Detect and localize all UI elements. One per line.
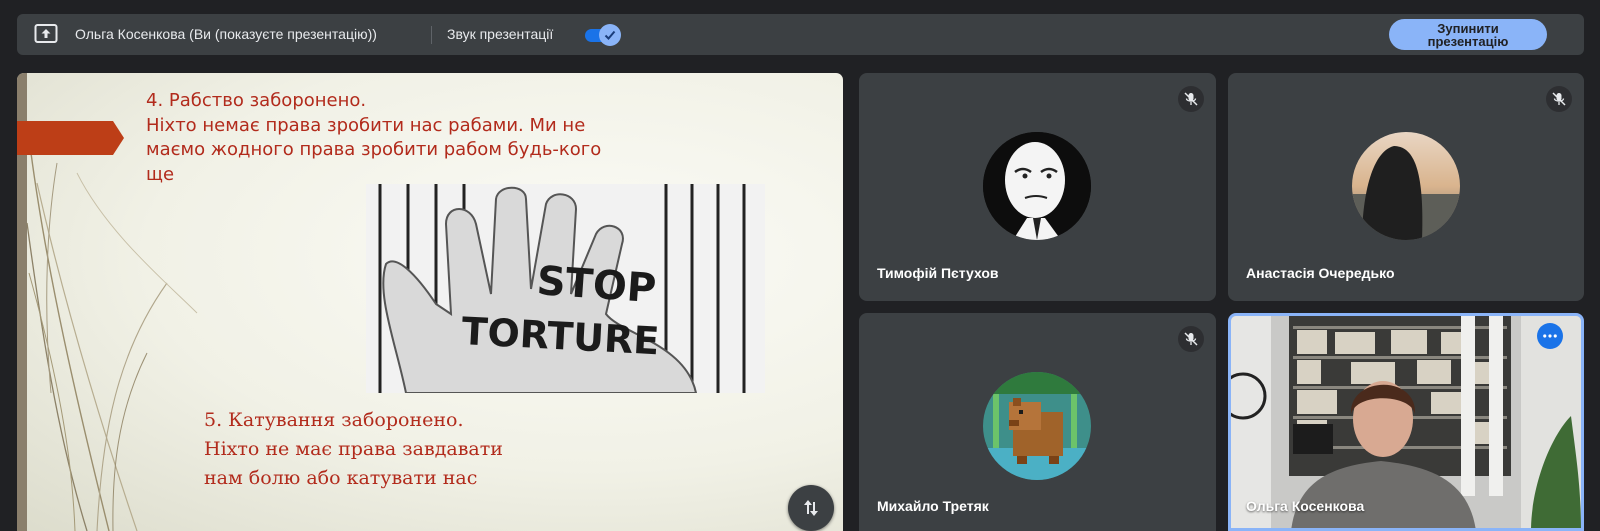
toggle-knob (599, 24, 621, 46)
mic-off-icon (1184, 332, 1198, 346)
participant-tile[interactable]: Тимофій Пєтухов (859, 73, 1216, 301)
sunset-photo-avatar (1352, 132, 1460, 240)
participant-name: Тимофій Пєтухов (877, 265, 999, 281)
hand-photo-image: STOP TORTURE (366, 184, 765, 393)
present-screen-icon (34, 24, 58, 43)
participant-name: Анастасія Очередько (1246, 265, 1395, 281)
divider (431, 26, 432, 44)
stop-torture-photo: STOP TORTURE (366, 184, 765, 393)
stop-presenting-button[interactable]: Зупинити презентацію (1389, 19, 1547, 50)
more-options-icon (1543, 334, 1557, 338)
participant-tile[interactable]: Михайло Третяк (859, 313, 1216, 531)
participant-tile[interactable]: Анастасія Очередько (1228, 73, 1584, 301)
mic-off-indicator (1546, 86, 1572, 112)
presentation-bar: Ольга Косенкова (Ви (показуєте презентац… (17, 14, 1584, 55)
pixel-capybara-image (983, 372, 1091, 480)
pixel-capybara-avatar (983, 372, 1091, 480)
slide-text-torture: 5. Катування заборонено. Ніхто не має пр… (204, 406, 534, 493)
mic-off-indicator (1178, 86, 1204, 112)
presentation-sound-label: Звук презентації (447, 26, 554, 42)
meme-face-avatar (983, 132, 1091, 240)
swap-layout-icon (804, 500, 818, 516)
sunset-photo-image (1352, 132, 1460, 240)
more-options-button[interactable] (1537, 323, 1563, 349)
photo-word-stop: STOP (535, 258, 657, 312)
slide-text-torture-content: 5. Катування заборонено. Ніхто не має пр… (204, 409, 503, 489)
meme-face-image (983, 132, 1091, 240)
presenter-label: Ольга Косенкова (Ви (показуєте презентац… (75, 26, 377, 42)
participant-name: Михайло Третяк (877, 498, 989, 514)
mic-off-indicator (1178, 326, 1204, 352)
presentation-slide: 4. Рабство заборонено. Ніхто немає права… (17, 73, 843, 531)
slide-text-slavery-content: 4. Рабство заборонено. Ніхто немає права… (146, 90, 602, 185)
check-icon (604, 30, 616, 40)
mic-off-icon (1184, 92, 1198, 106)
presentation-sound-toggle[interactable] (583, 24, 621, 46)
swap-layout-button[interactable] (788, 485, 834, 531)
slide-arrow-shape (17, 121, 124, 155)
mic-off-icon (1552, 92, 1566, 106)
slide-text-slavery: 4. Рабство заборонено. Ніхто немає права… (146, 89, 626, 187)
participant-tile-self[interactable]: Ольга Косенкова (1228, 313, 1584, 531)
participant-name: Ольга Косенкова (1246, 498, 1365, 514)
